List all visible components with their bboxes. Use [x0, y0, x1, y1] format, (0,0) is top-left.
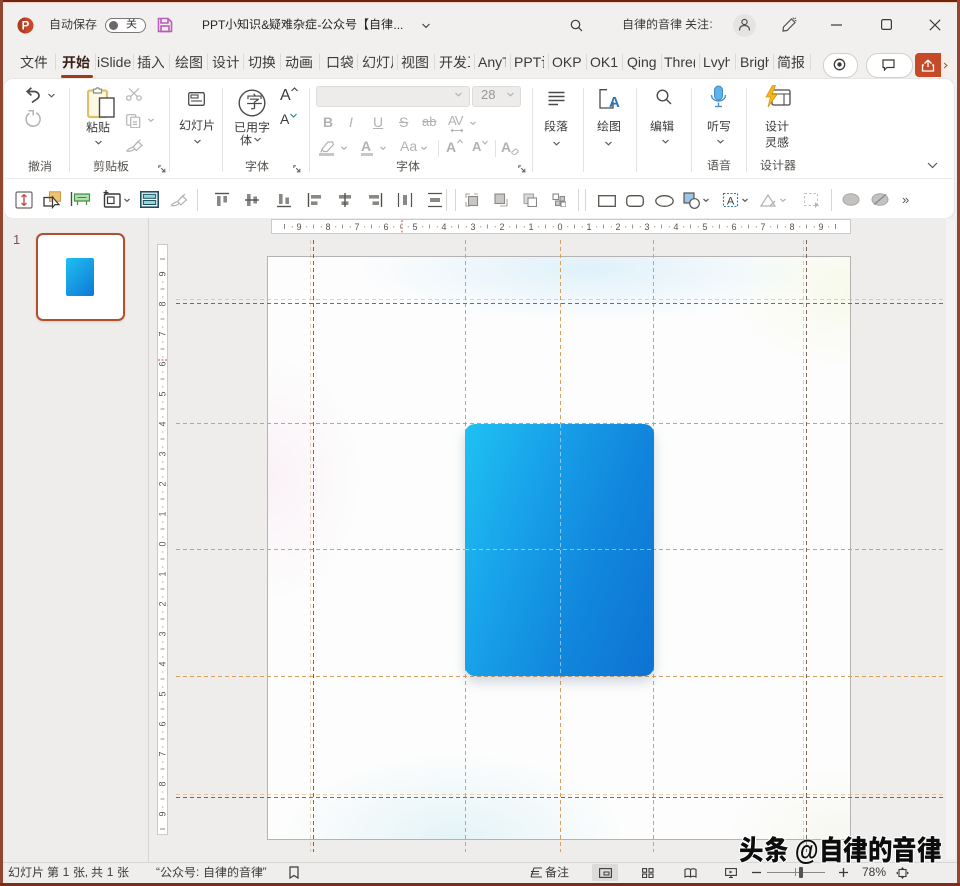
svg-text:5: 5 [158, 391, 168, 396]
svg-text:6: 6 [158, 721, 168, 726]
svg-text:8: 8 [158, 301, 168, 306]
svg-text:8: 8 [325, 222, 330, 232]
svg-text:5: 5 [412, 222, 417, 232]
svg-text:8: 8 [158, 781, 168, 786]
svg-text:3: 3 [158, 451, 168, 456]
svg-text:3: 3 [158, 631, 168, 636]
svg-text:0: 0 [158, 541, 168, 546]
svg-text:9: 9 [158, 811, 168, 816]
svg-text:7: 7 [158, 751, 168, 756]
svg-text:A: A [609, 94, 620, 109]
svg-text:4: 4 [158, 421, 168, 426]
svg-text:2: 2 [158, 601, 168, 606]
svg-text:8: 8 [789, 222, 794, 232]
svg-text:5: 5 [702, 222, 707, 232]
svg-text:6: 6 [731, 222, 736, 232]
svg-text:2: 2 [158, 481, 168, 486]
svg-text:A: A [727, 196, 735, 208]
svg-text:1: 1 [528, 222, 533, 232]
svg-text:4: 4 [441, 222, 446, 232]
svg-text:3: 3 [644, 222, 649, 232]
svg-text:1: 1 [158, 511, 168, 516]
svg-text:4: 4 [673, 222, 678, 232]
svg-text:6: 6 [158, 361, 168, 366]
svg-text:P: P [22, 21, 30, 33]
svg-text:2: 2 [499, 222, 504, 232]
svg-text:5: 5 [158, 691, 168, 696]
svg-text:1: 1 [158, 571, 168, 576]
svg-text:3: 3 [470, 222, 475, 232]
svg-text:1: 1 [586, 222, 591, 232]
svg-text:7: 7 [158, 331, 168, 336]
svg-text:9: 9 [296, 222, 301, 232]
svg-text:9: 9 [818, 222, 823, 232]
svg-text:4: 4 [158, 661, 168, 666]
svg-text:7: 7 [354, 222, 359, 232]
svg-text:7: 7 [760, 222, 765, 232]
svg-text:2: 2 [615, 222, 620, 232]
svg-text:0: 0 [557, 222, 562, 232]
svg-text:6: 6 [383, 222, 388, 232]
svg-text:9: 9 [158, 271, 168, 276]
